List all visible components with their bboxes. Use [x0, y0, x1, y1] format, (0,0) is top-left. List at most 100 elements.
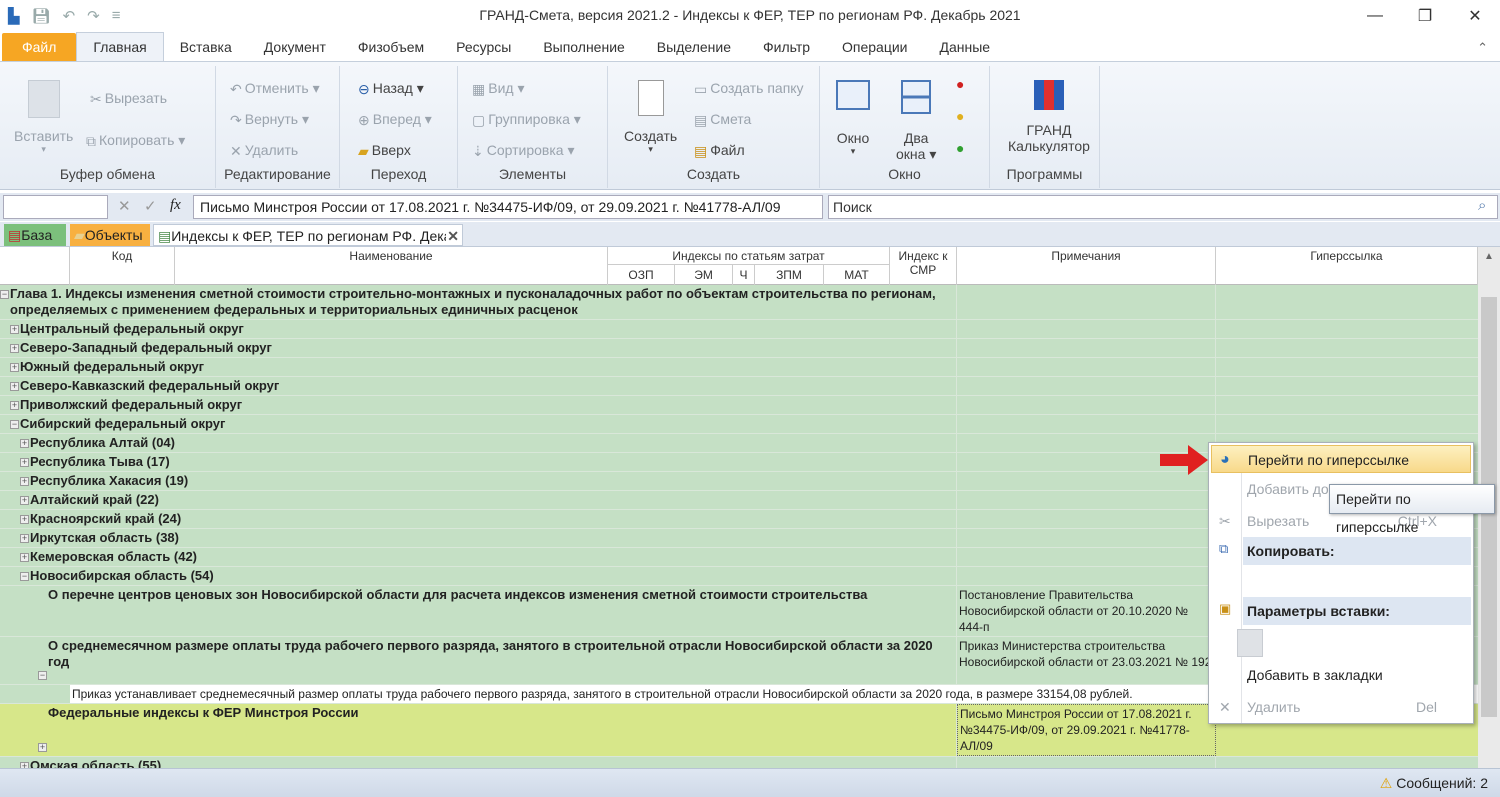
header-link[interactable]: Гиперссылка	[1216, 247, 1478, 285]
expand-icon[interactable]: +	[10, 401, 19, 411]
row-link-cell[interactable]	[1216, 377, 1478, 395]
table-row[interactable]: + Омская область (55)	[0, 757, 1478, 768]
collapse-ribbon-icon[interactable]: ⌃	[1477, 40, 1488, 56]
table-row[interactable]: − Глава 1. Индексы изменения сметной стои…	[0, 285, 1478, 320]
pin-red-icon[interactable]: ●	[956, 76, 964, 92]
tab-home[interactable]: Главная	[76, 32, 164, 61]
row-note-cell[interactable]	[957, 339, 1216, 357]
expand-icon[interactable]: +	[20, 439, 29, 449]
delete-button[interactable]: ✕ Удалить	[230, 142, 298, 160]
row-name-cell[interactable]: + Кемеровская область (42)	[0, 548, 957, 566]
menu-item-delete[interactable]: ✕ Удалить Del	[1211, 693, 1471, 721]
row-note-cell[interactable]	[957, 548, 1216, 566]
row-note-cell[interactable]	[957, 529, 1216, 547]
grouping-button[interactable]: ▢ Группировка ▾	[472, 111, 581, 129]
expand-icon[interactable]: +	[10, 325, 19, 335]
tab-document[interactable]: Документ	[248, 33, 342, 61]
row-name-cell[interactable]: + Иркутская область (38)	[0, 529, 957, 547]
header-smr[interactable]: Индекс к СМР	[890, 247, 957, 285]
header-zpm[interactable]: ЗПМ	[755, 265, 824, 285]
tab-base[interactable]: ▤База	[4, 224, 66, 246]
row-note-cell[interactable]: Постановление Правительства Новосибирско…	[957, 586, 1216, 636]
row-note-cell[interactable]	[957, 491, 1216, 509]
window-button[interactable]: Окно ▾	[836, 80, 870, 157]
row-name-cell[interactable]: + Республика Алтай (04)	[0, 434, 957, 452]
name-box[interactable]	[3, 195, 108, 219]
header-name[interactable]: Наименование	[175, 247, 608, 285]
row-note-cell[interactable]	[957, 320, 1216, 338]
expand-icon[interactable]: +	[20, 477, 29, 487]
file-button[interactable]: ▤ Файл	[694, 142, 745, 160]
copy-button[interactable]: ⧉ Копировать ▾	[86, 132, 185, 150]
expand-icon[interactable]: +	[38, 743, 47, 752]
row-name-cell[interactable]: + Приволжский федеральный округ	[0, 396, 957, 414]
row-note-cell[interactable]	[957, 358, 1216, 376]
collapse-icon[interactable]: −	[20, 572, 29, 582]
row-name-cell[interactable]: − О среднемесячном размере оплаты труда р…	[0, 637, 957, 684]
two-windows-button[interactable]: Два окна ▾	[896, 80, 936, 163]
tab-operations[interactable]: Операции	[826, 33, 924, 61]
row-link-cell[interactable]	[1216, 285, 1478, 319]
create-button[interactable]: Создать ▾	[624, 80, 677, 155]
expand-icon[interactable]: +	[20, 458, 29, 468]
forward-button[interactable]: ⊕ Вперед ▾	[358, 111, 432, 129]
tab-filter[interactable]: Фильтр	[747, 33, 826, 61]
row-name-cell[interactable]: + Республика Хакасия (19)	[0, 472, 957, 490]
row-name-cell[interactable]: − Глава 1. Индексы изменения сметной стои…	[0, 285, 957, 319]
expand-icon[interactable]: +	[20, 496, 29, 506]
row-note-cell[interactable]	[957, 757, 1216, 768]
search-icon[interactable]: ⌕	[1478, 197, 1486, 214]
table-row[interactable]: − Сибирский федеральный округ	[0, 415, 1478, 434]
paste-option-icon[interactable]	[1237, 629, 1263, 657]
row-link-cell[interactable]	[1216, 415, 1478, 433]
row-note-cell[interactable]	[957, 510, 1216, 528]
header-ch[interactable]: Ч	[733, 265, 755, 285]
collapse-icon[interactable]: −	[10, 420, 19, 430]
maximize-button[interactable]: ❐	[1400, 0, 1450, 32]
close-tab-icon[interactable]: ✕	[447, 225, 459, 245]
table-row[interactable]: + Приволжский федеральный округ	[0, 396, 1478, 415]
row-name-cell[interactable]: + Омская область (55)	[0, 757, 957, 768]
row-note-cell[interactable]	[957, 415, 1216, 433]
messages-indicator[interactable]: ⚠ Сообщений: 2	[1380, 775, 1488, 792]
scroll-up-icon[interactable]: ▲	[1484, 251, 1494, 262]
expand-icon[interactable]: +	[10, 344, 19, 354]
row-name-cell[interactable]: + Северо-Кавказский федеральный округ	[0, 377, 957, 395]
row-name-cell[interactable]: − Новосибирская область (54)	[0, 567, 957, 585]
expand-icon[interactable]: +	[20, 534, 29, 544]
row-name-cell[interactable]: − Сибирский федеральный округ	[0, 415, 957, 433]
table-row[interactable]: + Северо-Кавказский федеральный округ	[0, 377, 1478, 396]
function-icon[interactable]: fx	[170, 197, 181, 214]
row-name-cell[interactable]: + Южный федеральный округ	[0, 358, 957, 376]
row-note-cell[interactable]	[957, 377, 1216, 395]
grand-calculator-button[interactable]: ГРАНД Калькулятор	[1008, 80, 1090, 154]
header-em[interactable]: ЭМ	[675, 265, 733, 285]
table-row[interactable]: + Центральный федеральный округ	[0, 320, 1478, 339]
row-note-cell[interactable]	[957, 396, 1216, 414]
cancel-icon[interactable]: ✕	[118, 197, 131, 215]
customize-quick-access-icon[interactable]: ≡	[112, 7, 121, 25]
pin-green-icon[interactable]: ●	[956, 140, 964, 156]
pin-yellow-icon[interactable]: ●	[956, 108, 964, 124]
menu-item-add-bookmark[interactable]: Добавить в закладки	[1211, 661, 1471, 689]
back-button[interactable]: ⊖ Назад ▾	[358, 80, 424, 98]
row-name-cell[interactable]: + Северо-Западный федеральный округ	[0, 339, 957, 357]
save-icon[interactable]: 💾︎	[32, 7, 51, 25]
tab-volume[interactable]: Физобъем	[342, 33, 440, 61]
tab-objects[interactable]: ▰Объекты	[70, 224, 150, 246]
expand-icon[interactable]: +	[20, 515, 29, 525]
row-name-cell[interactable]: + Красноярский край (24)	[0, 510, 957, 528]
row-name-cell[interactable]: + Центральный федеральный округ	[0, 320, 957, 338]
undo-button[interactable]: ↶ Отменить ▾	[230, 80, 320, 98]
header-ozp[interactable]: ОЗП	[608, 265, 675, 285]
row-name-cell[interactable]: О перечне центров ценовых зон Новосибирс…	[0, 586, 957, 636]
row-name-cell[interactable]: + Алтайский край (22)	[0, 491, 957, 509]
view-button[interactable]: ▦ Вид ▾	[472, 80, 524, 98]
up-button[interactable]: ▰ Вверх	[358, 142, 411, 160]
collapse-icon[interactable]: −	[38, 671, 47, 680]
row-note-cell[interactable]	[957, 567, 1216, 585]
close-button[interactable]: ✕	[1450, 0, 1500, 32]
confirm-icon[interactable]: ✓	[144, 197, 157, 215]
tab-execution[interactable]: Выполнение	[527, 33, 640, 61]
row-link-cell[interactable]	[1216, 358, 1478, 376]
